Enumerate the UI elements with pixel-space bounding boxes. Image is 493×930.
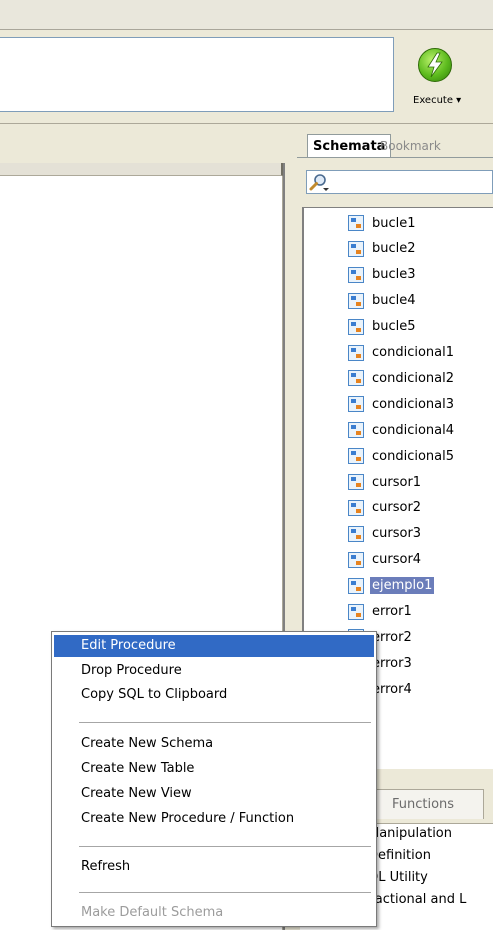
stored-procedure-icon bbox=[348, 474, 364, 490]
menu-refresh-label: Refresh bbox=[81, 859, 131, 874]
function-group-item[interactable]: sactional and L bbox=[368, 892, 466, 907]
toolbar-separator bbox=[0, 123, 493, 124]
tree-item-label: condicional3 bbox=[372, 396, 455, 412]
tree-item[interactable]: cursor1 bbox=[348, 471, 423, 493]
menu-create-schema-label: Create New Schema bbox=[81, 736, 214, 751]
menu-create-view-label: Create New View bbox=[81, 786, 192, 801]
menu-create-table[interactable]: Create New Table bbox=[54, 758, 374, 780]
tree-item-label: condicional5 bbox=[372, 448, 455, 464]
tree-item[interactable]: condicional1 bbox=[348, 342, 456, 364]
menu-create-schema[interactable]: Create New Schema bbox=[54, 733, 374, 755]
stored-procedure-icon bbox=[348, 318, 364, 335]
execute-button[interactable]: Execute ▾ bbox=[407, 44, 483, 119]
menu-make-default-schema-label: Make Default Schema bbox=[81, 905, 224, 920]
menu-refresh[interactable]: Refresh bbox=[54, 856, 374, 878]
tree-item-label: bucle3 bbox=[372, 267, 416, 283]
search-icon[interactable] bbox=[308, 172, 330, 192]
tree-item[interactable]: condicional2 bbox=[348, 367, 456, 389]
tree-item-label: error1 bbox=[372, 604, 412, 619]
tree-item-label: condicional4 bbox=[372, 422, 455, 438]
tree-item-label: condicional2 bbox=[372, 370, 455, 386]
menu-create-procedure[interactable]: Create New Procedure / Function bbox=[54, 808, 374, 830]
menu-make-default-schema[interactable]: Make Default Schema bbox=[54, 902, 374, 924]
tab-underline bbox=[297, 157, 493, 158]
context-menu: Edit Procedure Drop Procedure Copy SQL t… bbox=[51, 631, 377, 927]
tree-item[interactable]: condicional3 bbox=[348, 393, 456, 415]
tree-item[interactable]: bucle1 bbox=[348, 212, 418, 234]
menu-drop-procedure-label: Drop Procedure bbox=[81, 663, 182, 678]
menu-create-table-label: Create New Table bbox=[81, 761, 195, 776]
menu-copy-sql-label: Copy SQL to Clipboard bbox=[81, 687, 228, 702]
stored-procedure-icon bbox=[348, 551, 364, 568]
menu-edit-procedure-label: Edit Procedure bbox=[81, 638, 176, 653]
menu-create-view[interactable]: Create New View bbox=[54, 783, 374, 805]
tab-bookmarks[interactable]: Bookmark bbox=[372, 136, 447, 158]
stored-procedure-icon bbox=[348, 344, 364, 361]
stored-procedure-icon bbox=[348, 240, 364, 257]
stored-procedure-icon bbox=[348, 266, 364, 283]
tree-item-label: cursor3 bbox=[372, 526, 422, 542]
stored-procedure-icon bbox=[348, 448, 364, 465]
stored-procedure-icon bbox=[348, 422, 364, 439]
tree-item-label: bucle2 bbox=[372, 241, 416, 257]
function-group-item[interactable]: Manipulation bbox=[368, 826, 452, 841]
menu-separator bbox=[79, 846, 371, 847]
menu-edit-procedure[interactable]: Edit Procedure bbox=[54, 635, 374, 657]
tree-item-label: cursor2 bbox=[372, 500, 422, 516]
query-editor[interactable] bbox=[0, 37, 394, 112]
function-group-item[interactable]: Definition bbox=[368, 848, 431, 863]
tree-item-label: condicional1 bbox=[372, 345, 455, 360]
tree-item[interactable]: bucle4 bbox=[348, 290, 418, 312]
tree-item[interactable]: cursor4 bbox=[348, 549, 423, 571]
tree-item[interactable]: error1 bbox=[348, 601, 414, 623]
tree-item[interactable]: bucle5 bbox=[348, 316, 418, 338]
tree-item[interactable]: bucle3 bbox=[348, 264, 418, 286]
tree-item-label: cursor4 bbox=[372, 552, 422, 568]
result-panel-header bbox=[0, 163, 283, 176]
tree-item-label: bucle1 bbox=[372, 215, 416, 231]
tree-item-label: cursor1 bbox=[372, 474, 422, 490]
stored-procedure-icon bbox=[348, 215, 364, 231]
stored-procedure-icon bbox=[348, 292, 364, 309]
tree-item[interactable]: cursor3 bbox=[348, 523, 423, 545]
stored-procedure-icon bbox=[348, 370, 364, 387]
tree-item[interactable]: cursor2 bbox=[348, 497, 423, 519]
menu-separator bbox=[79, 722, 371, 723]
tree-item[interactable]: ejemplo1 bbox=[348, 575, 435, 597]
tree-item[interactable]: bucle2 bbox=[348, 238, 418, 260]
stored-procedure-icon bbox=[348, 577, 364, 594]
stored-procedure-icon bbox=[348, 525, 364, 542]
stored-procedure-icon bbox=[348, 396, 364, 413]
top-toolbar-strip bbox=[0, 0, 493, 30]
stored-procedure-icon bbox=[348, 499, 364, 516]
lightning-icon bbox=[427, 52, 443, 78]
stored-procedure-icon bbox=[348, 603, 364, 620]
tree-item-label: bucle4 bbox=[372, 293, 416, 309]
schema-search-input[interactable] bbox=[306, 170, 493, 194]
tree-item-label: ejemplo1 bbox=[370, 577, 435, 595]
tree-item[interactable]: condicional4 bbox=[348, 419, 456, 441]
tree-item-label: bucle5 bbox=[372, 319, 416, 335]
execute-label: Execute ▾ bbox=[413, 95, 462, 106]
menu-create-procedure-label: Create New Procedure / Function bbox=[81, 811, 295, 826]
tree-item[interactable]: condicional5 bbox=[348, 445, 456, 467]
menu-drop-procedure[interactable]: Drop Procedure bbox=[54, 660, 374, 682]
tab-functions[interactable]: Functions bbox=[374, 789, 484, 819]
menu-separator bbox=[79, 892, 371, 893]
menu-copy-sql[interactable]: Copy SQL to Clipboard bbox=[54, 684, 374, 706]
